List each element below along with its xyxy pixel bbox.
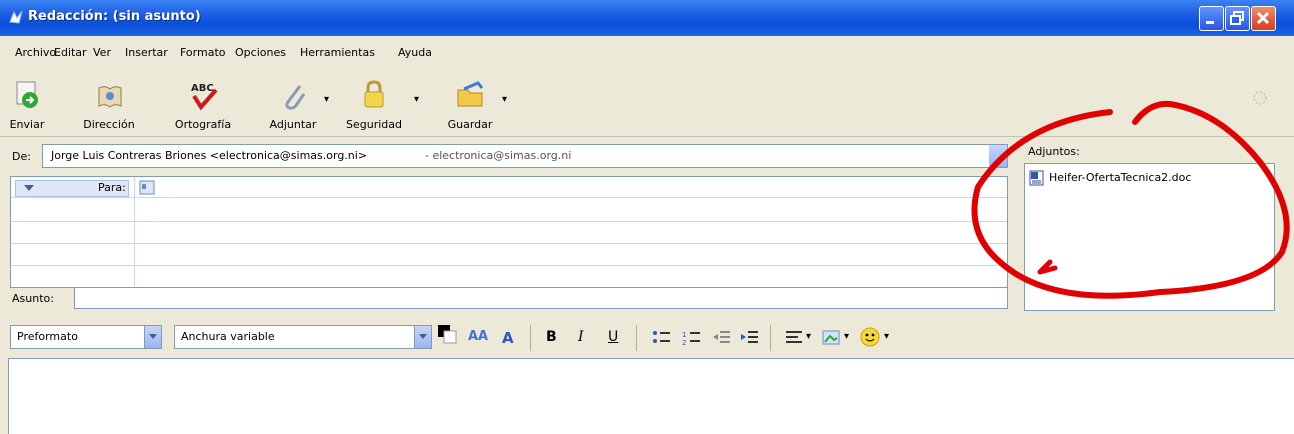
save-dropdown-arrow[interactable]: ▾ xyxy=(502,94,507,105)
from-select[interactable]: Jorge Luis Contreras Briones <electronic… xyxy=(42,144,1008,168)
message-body-editor[interactable] xyxy=(8,358,1294,434)
attach-button[interactable]: Adjuntar xyxy=(262,74,324,136)
menu-bar: Archivo Editar Ver Insertar Formato Opci… xyxy=(0,42,1294,64)
menu-insertar[interactable]: Insertar xyxy=(125,46,168,59)
from-dropdown-arrow[interactable] xyxy=(989,145,1007,167)
underline-button[interactable]: U xyxy=(608,329,618,345)
address-label: Dirección xyxy=(83,118,135,131)
insert-dropdown-arrow[interactable]: ▾ xyxy=(844,331,849,342)
recipients-row-line xyxy=(11,221,1007,222)
title-bar: Redacción: (sin asunto) xyxy=(0,0,1294,36)
to-label: Para: xyxy=(98,181,126,194)
spelling-label: Ortografía xyxy=(174,118,232,131)
send-icon xyxy=(16,81,38,108)
close-button[interactable] xyxy=(1251,6,1276,31)
text-color-icon[interactable] xyxy=(436,323,460,353)
attachment-filename: Heifer-OfertaTecnica2.doc xyxy=(1049,171,1192,184)
from-account: - electronica@simas.org.ni xyxy=(425,149,572,162)
attachment-item[interactable]: Heifer-OfertaTecnica2.doc xyxy=(1029,170,1269,188)
recipients-row-line xyxy=(11,265,1007,266)
menu-opciones[interactable]: Opciones xyxy=(235,46,286,59)
send-button[interactable]: Enviar xyxy=(6,74,48,136)
save-button[interactable]: Guardar xyxy=(444,74,496,136)
attach-label: Adjuntar xyxy=(269,118,317,131)
address-card-icon xyxy=(139,180,155,195)
address-book-icon xyxy=(98,86,122,108)
svg-text:2: 2 xyxy=(682,339,686,347)
window-title: Redacción: (sin asunto) xyxy=(28,9,201,24)
restore-icon xyxy=(1230,11,1244,25)
spelling-button[interactable]: ABC Ortografía xyxy=(168,74,238,136)
minimize-button[interactable] xyxy=(1199,6,1224,31)
maximize-button[interactable] xyxy=(1225,6,1250,31)
recipient-type-select[interactable]: Para: xyxy=(15,180,129,197)
word-document-icon xyxy=(1029,170,1044,186)
compose-app-icon xyxy=(9,10,23,24)
menu-editar[interactable]: Editar xyxy=(54,46,87,59)
indent-icon[interactable] xyxy=(740,329,760,347)
separator xyxy=(636,325,637,351)
throbber-icon xyxy=(1253,91,1267,105)
menu-herramientas[interactable]: Herramientas xyxy=(300,46,375,59)
spellcheck-icon-text: ABC xyxy=(191,83,214,94)
paperclip-icon xyxy=(285,85,306,110)
security-dropdown-arrow[interactable]: ▾ xyxy=(414,94,419,105)
svg-text:1: 1 xyxy=(682,331,686,339)
smiley-icon[interactable] xyxy=(860,327,880,347)
italic-button[interactable]: I xyxy=(578,329,584,345)
menu-archivo[interactable]: Archivo xyxy=(15,46,56,59)
outdent-icon[interactable] xyxy=(712,329,732,347)
subject-label: Asunto: xyxy=(12,292,54,305)
menu-ayuda[interactable]: Ayuda xyxy=(398,46,432,59)
format-toolbar: Preformato Anchura variable AA A B I U 1… xyxy=(0,317,1294,357)
paragraph-style-value: Preformato xyxy=(17,330,78,343)
from-value: Jorge Luis Contreras Briones <electronic… xyxy=(51,149,368,162)
font-value: Anchura variable xyxy=(181,330,275,343)
font-select[interactable]: Anchura variable xyxy=(174,325,432,349)
recipients-row-line xyxy=(11,243,1007,244)
font-dropdown-arrow[interactable] xyxy=(414,326,431,348)
spellcheck-icon: ABC xyxy=(191,83,218,111)
close-icon xyxy=(1256,11,1270,25)
separator xyxy=(770,325,771,351)
attachments-panel[interactable]: Heifer-OfertaTecnica2.doc xyxy=(1024,163,1275,311)
send-label: Enviar xyxy=(9,118,45,131)
align-icon[interactable] xyxy=(784,329,804,347)
numbered-list-icon[interactable]: 1 2 xyxy=(682,329,702,347)
font-larger-icon[interactable]: A xyxy=(502,329,514,347)
separator xyxy=(530,325,531,351)
attach-dropdown-arrow[interactable]: ▾ xyxy=(324,94,329,105)
paragraph-style-dropdown-arrow[interactable] xyxy=(144,326,161,348)
recipients-grid: Para: xyxy=(10,176,1008,288)
menu-ver[interactable]: Ver xyxy=(93,46,111,59)
from-label: De: xyxy=(12,150,31,163)
smiley-dropdown-arrow[interactable]: ▾ xyxy=(884,331,889,342)
to-input[interactable] xyxy=(161,179,1001,195)
menu-formato[interactable]: Formato xyxy=(180,46,226,59)
recipients-divider xyxy=(134,177,135,287)
recipients-row-line xyxy=(11,197,1007,198)
lock-icon xyxy=(364,80,384,108)
insert-image-icon[interactable] xyxy=(822,329,842,347)
save-folder-icon xyxy=(457,81,484,107)
save-label: Guardar xyxy=(447,118,493,131)
bulleted-list-icon[interactable] xyxy=(652,329,672,347)
minimize-icon xyxy=(1206,21,1214,24)
security-button[interactable]: Seguridad xyxy=(342,74,406,136)
address-button[interactable]: Dirección xyxy=(80,74,138,136)
security-label: Seguridad xyxy=(346,118,402,131)
subject-input[interactable] xyxy=(74,287,1008,309)
align-dropdown-arrow[interactable]: ▾ xyxy=(806,331,811,342)
main-toolbar: Enviar Dirección ABC Ortografía Adjuntar… xyxy=(0,70,1294,137)
font-smaller-icon[interactable]: AA xyxy=(468,329,488,344)
attachments-label: Adjuntos: xyxy=(1028,145,1080,158)
bold-button[interactable]: B xyxy=(546,329,557,345)
paragraph-style-select[interactable]: Preformato xyxy=(10,325,162,349)
chevron-down-icon xyxy=(24,185,34,191)
